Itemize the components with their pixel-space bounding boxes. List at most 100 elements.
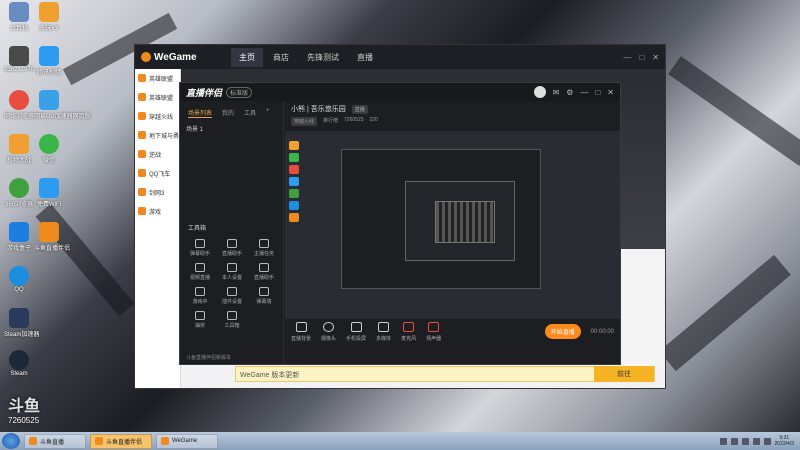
desktop-icon[interactable]: 斗鱼直播伴侣 <box>34 222 70 252</box>
tray-icon[interactable] <box>719 437 727 445</box>
tool-item[interactable]: 本人设置 <box>216 263 248 281</box>
tool-icon <box>195 239 205 248</box>
volume-icon[interactable] <box>752 437 760 445</box>
desktop-icon[interactable]: QQ <box>4 266 34 293</box>
companion-top-actions: ✉ ⚙ — □ ✕ <box>533 86 614 98</box>
toolbox-title: 工具箱 <box>188 226 207 232</box>
tool-icon <box>195 311 205 320</box>
companion-logo: 直播伴侣 <box>186 87 223 98</box>
tool-item[interactable]: 直播助手 <box>248 263 280 281</box>
tab-pioneer[interactable]: 先锋测试 <box>299 48 347 67</box>
tool-item[interactable]: 抽奖 <box>184 311 216 329</box>
maximize-icon[interactable]: □ <box>639 53 644 62</box>
room-title[interactable]: 小熊 | 吾乐悠乐园 <box>291 104 346 114</box>
desktop-icon[interactable]: 2d6217970... <box>4 46 39 73</box>
message-icon[interactable]: ✉ <box>553 88 560 97</box>
tab-scenes[interactable]: 场景列表 <box>188 108 213 118</box>
add-scene-icon[interactable]: + <box>266 108 270 118</box>
tool-item[interactable]: 游戏中 <box>184 287 216 305</box>
preview-icon <box>289 189 299 198</box>
scene-item[interactable]: 场景 1 <box>186 124 277 133</box>
tool-item[interactable]: 弹幕墙 <box>248 287 280 305</box>
control-item[interactable]: 手机投屏 <box>346 321 366 342</box>
minimize-icon[interactable]: — <box>580 88 588 97</box>
control-item[interactable]: 摄像头 <box>321 321 336 342</box>
desktop-icon[interactable]: Steam <box>4 350 34 377</box>
tool-item[interactable]: 弹幕助手 <box>184 239 216 257</box>
tool-icon <box>259 263 269 272</box>
tool-item[interactable]: 主播任务 <box>248 239 280 257</box>
taskbar-item[interactable]: WeGame <box>156 433 218 449</box>
notice-action-button[interactable]: 前往 <box>594 366 654 382</box>
control-item[interactable]: 麦克风 <box>401 321 416 342</box>
tab-store[interactable]: 商店 <box>265 48 297 67</box>
tab-live[interactable]: 直播 <box>349 48 381 67</box>
sidebar-item[interactable]: 穿越火线 <box>135 107 180 126</box>
promo-text[interactable]: 斗鱼直播伴侣新版本 <box>186 354 231 361</box>
desktop-icon[interactable]: Steam加速器 <box>4 308 39 338</box>
desktop-icon[interactable]: 360浏览器 <box>4 178 34 208</box>
stream-preview[interactable] <box>285 131 620 319</box>
close-icon[interactable]: ✕ <box>607 88 614 97</box>
maximize-icon[interactable]: □ <box>595 88 600 97</box>
sidebar-item[interactable]: 英雄联盟 <box>135 88 180 107</box>
category-tag[interactable]: 穿越火线 <box>291 117 318 126</box>
stream-companion-window: 直播伴侣 标准版 ✉ ⚙ — □ ✕ 场景列表 我的 工具 + 场景 1 工具箱… <box>179 82 621 365</box>
version-badge[interactable]: 标准版 <box>226 86 253 98</box>
sidebar-item[interactable]: 逆战 <box>135 145 180 164</box>
sidebar-item[interactable]: 地下城与勇士 <box>135 126 180 145</box>
close-icon[interactable]: ✕ <box>652 53 659 62</box>
desktop-icon[interactable]: 游戏盒子 <box>4 222 34 252</box>
start-button[interactable] <box>2 433 20 449</box>
tab-home[interactable]: 主页 <box>231 47 263 67</box>
media-icon <box>378 321 390 332</box>
desktop-icon[interactable]: 计算机 <box>4 2 34 32</box>
browser-icon <box>9 178 29 198</box>
tool-item[interactable]: 工具箱 <box>216 311 248 329</box>
desktop-icon[interactable]: 微信 <box>34 134 64 164</box>
room-info: 小熊 | 吾乐悠乐园 直播 穿越火线 排行榜 7260525 220 <box>285 101 620 131</box>
tray-icon[interactable] <box>741 437 749 445</box>
settings-icon[interactable]: ⚙ <box>566 88 573 97</box>
wifi-icon <box>39 178 59 198</box>
tool-item[interactable]: 视频直播 <box>184 263 216 281</box>
speaker-icon <box>428 321 440 332</box>
preview-desktop-icons <box>289 141 303 225</box>
preview-icon <box>289 201 299 210</box>
start-stream-button[interactable]: 开始直播 <box>544 324 581 339</box>
desktop-icon[interactable]: 网络浏览器 <box>4 90 34 120</box>
sidebar-item[interactable]: QQ飞车 <box>135 164 180 183</box>
desktop-icon[interactable]: 多玩YY <box>34 2 64 32</box>
desktop-icon[interactable]: 腾讯视频 <box>34 46 64 76</box>
desktop-icon[interactable]: 植物大战 <box>4 134 34 164</box>
tool-icon <box>227 311 237 320</box>
tool-item[interactable]: 直播助手 <box>216 239 248 257</box>
tab-tools[interactable]: 工具 <box>244 108 256 118</box>
cloud-icon <box>9 222 29 242</box>
tray-icon[interactable] <box>730 437 738 445</box>
clock[interactable]: 9:31 2023/4/3 <box>775 435 794 447</box>
control-item[interactable]: 直播背景 <box>291 321 311 342</box>
sidebar-item[interactable]: 剑网3 <box>135 183 180 202</box>
taskbar-item[interactable]: 斗鱼直播 <box>24 433 86 449</box>
minimize-icon[interactable]: — <box>623 53 631 62</box>
network-icon[interactable] <box>763 437 771 445</box>
sidebar-item[interactable]: 游戏 <box>135 202 180 221</box>
taskbar-item[interactable]: 斗鱼直播伴侣 <box>90 433 152 449</box>
control-item[interactable]: 多媒体 <box>376 321 391 342</box>
tool-item[interactable]: 插件设置 <box>216 287 248 305</box>
preview-icon <box>289 213 299 222</box>
file-icon <box>9 46 29 66</box>
desktop-icon[interactable]: 网易UU加速器网页版 <box>34 90 91 120</box>
preview-icon <box>289 141 299 150</box>
tab-mine[interactable]: 我的 <box>222 108 234 118</box>
control-item[interactable]: 扬声器 <box>426 321 441 342</box>
wallpaper-shard <box>659 254 791 372</box>
stream-timer: 00:00:00 <box>590 328 614 335</box>
sidebar-item[interactable]: 英雄联盟 <box>135 69 180 88</box>
phone-cast-icon <box>350 321 362 332</box>
desktop-icon[interactable]: 免费WiFi <box>34 178 64 208</box>
douyu-watermark: 斗鱼 7260525 <box>8 398 41 425</box>
companion-left-panel: 场景列表 我的 工具 + 场景 1 工具箱 弹幕助手 直播助手 主播任务 视频直… <box>180 101 284 364</box>
avatar[interactable] <box>533 86 546 98</box>
